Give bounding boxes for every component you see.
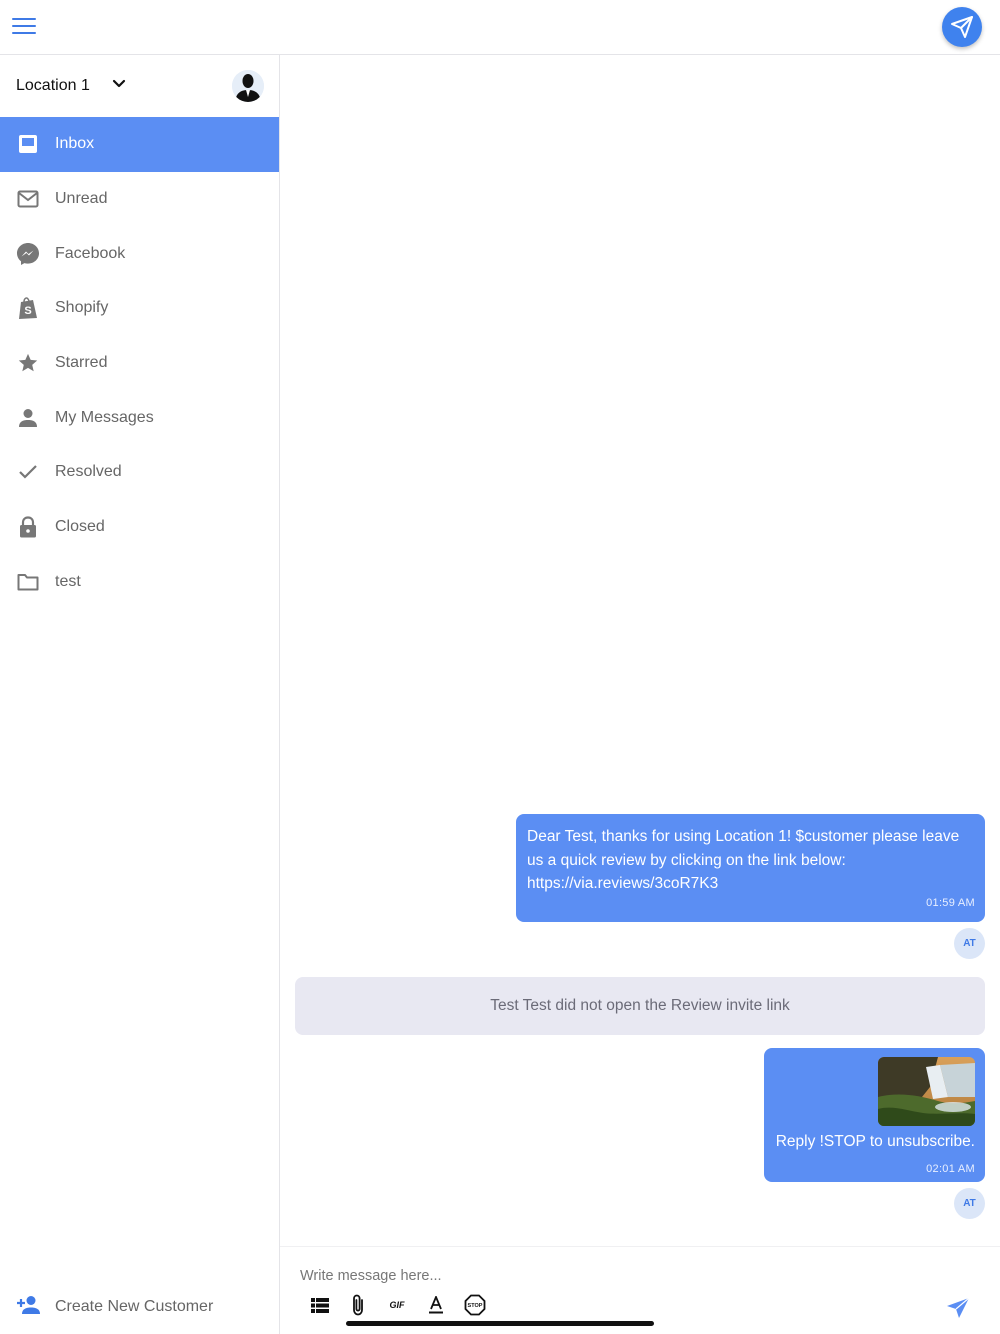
paper-plane-icon xyxy=(951,16,973,38)
sidebar-item-test[interactable]: test xyxy=(0,555,279,610)
waterfall-photo[interactable] xyxy=(878,1057,975,1126)
folder-icon xyxy=(16,570,40,594)
gif-icon[interactable]: GIF xyxy=(385,1293,409,1317)
sidebar-item-label: test xyxy=(55,572,81,590)
person-icon xyxy=(16,406,40,430)
add-person-icon xyxy=(17,1296,40,1314)
sidebar-item-label: Unread xyxy=(55,190,108,208)
envelope-icon xyxy=(16,187,40,211)
text-format-icon[interactable] xyxy=(424,1293,448,1317)
stop-label: STOP xyxy=(468,1303,483,1309)
star-icon xyxy=(16,351,40,375)
sidebar: Location 1 Inbox Unread Facebook S Shopi… xyxy=(0,55,280,1334)
user-silhouette-icon xyxy=(232,70,264,102)
sidebar-item-resolved[interactable]: Resolved xyxy=(0,445,279,500)
system-message: Test Test did not open the Review invite… xyxy=(295,977,985,1035)
sidebar-nav: Inbox Unread Facebook S Shopify Starred xyxy=(0,117,279,609)
sidebar-item-label: Starred xyxy=(55,354,108,372)
location-selector[interactable]: Location 1 xyxy=(0,55,279,117)
sidebar-item-starred[interactable]: Starred xyxy=(0,336,279,391)
shopify-bag-icon: S xyxy=(16,296,40,320)
lock-icon xyxy=(16,515,40,539)
top-bar xyxy=(0,0,1000,55)
sidebar-item-label: Shopify xyxy=(55,299,109,317)
message-time: 01:59 AM xyxy=(926,896,975,909)
chevron-down-icon[interactable] xyxy=(112,79,126,89)
gif-label: GIF xyxy=(389,1300,405,1310)
sidebar-item-label: Resolved xyxy=(55,463,122,481)
paperclip-icon[interactable] xyxy=(346,1293,370,1317)
location-name: Location 1 xyxy=(16,77,90,94)
sidebar-item-unread[interactable]: Unread xyxy=(0,172,279,227)
sidebar-item-inbox[interactable]: Inbox xyxy=(0,117,279,172)
sidebar-item-label: Closed xyxy=(55,518,105,536)
create-new-customer-label: Create New Customer xyxy=(55,1298,214,1315)
svg-text:S: S xyxy=(24,305,31,317)
compose-button[interactable] xyxy=(942,7,982,47)
sidebar-item-closed[interactable]: Closed xyxy=(0,500,279,555)
sender-avatar: AT xyxy=(954,1188,985,1219)
outgoing-message[interactable]: Dear Test, thanks for using Location 1! … xyxy=(516,814,985,922)
message-text: Reply !STOP to unsubscribe. xyxy=(775,1133,975,1150)
sidebar-item-label: Inbox xyxy=(55,135,95,153)
sidebar-item-shopify[interactable]: S Shopify xyxy=(0,281,279,336)
messenger-icon xyxy=(16,242,40,266)
stop-sign-icon[interactable]: STOP xyxy=(463,1293,487,1317)
message-text: Dear Test, thanks for using Location 1! … xyxy=(527,828,960,892)
outgoing-message[interactable]: Reply !STOP to unsubscribe. 02:01 AM xyxy=(764,1048,985,1182)
message-input[interactable] xyxy=(300,1265,900,1287)
create-new-customer-button[interactable]: Create New Customer xyxy=(0,1280,279,1334)
list-icon[interactable] xyxy=(308,1293,332,1317)
home-indicator xyxy=(346,1321,654,1326)
message-time: 02:01 AM xyxy=(926,1163,975,1175)
sidebar-item-label: My Messages xyxy=(55,408,154,426)
hamburger-icon[interactable] xyxy=(12,18,36,38)
sidebar-item-my-messages[interactable]: My Messages xyxy=(0,390,279,445)
conversation-panel: Dear Test, thanks for using Location 1! … xyxy=(280,55,1000,1245)
inbox-icon xyxy=(16,132,40,156)
sidebar-item-label: Facebook xyxy=(55,244,126,262)
avatar[interactable] xyxy=(232,70,264,102)
sidebar-item-facebook[interactable]: Facebook xyxy=(0,226,279,281)
checkmark-icon xyxy=(16,460,40,484)
sender-avatar: AT xyxy=(954,928,985,959)
send-icon[interactable] xyxy=(945,1296,971,1320)
